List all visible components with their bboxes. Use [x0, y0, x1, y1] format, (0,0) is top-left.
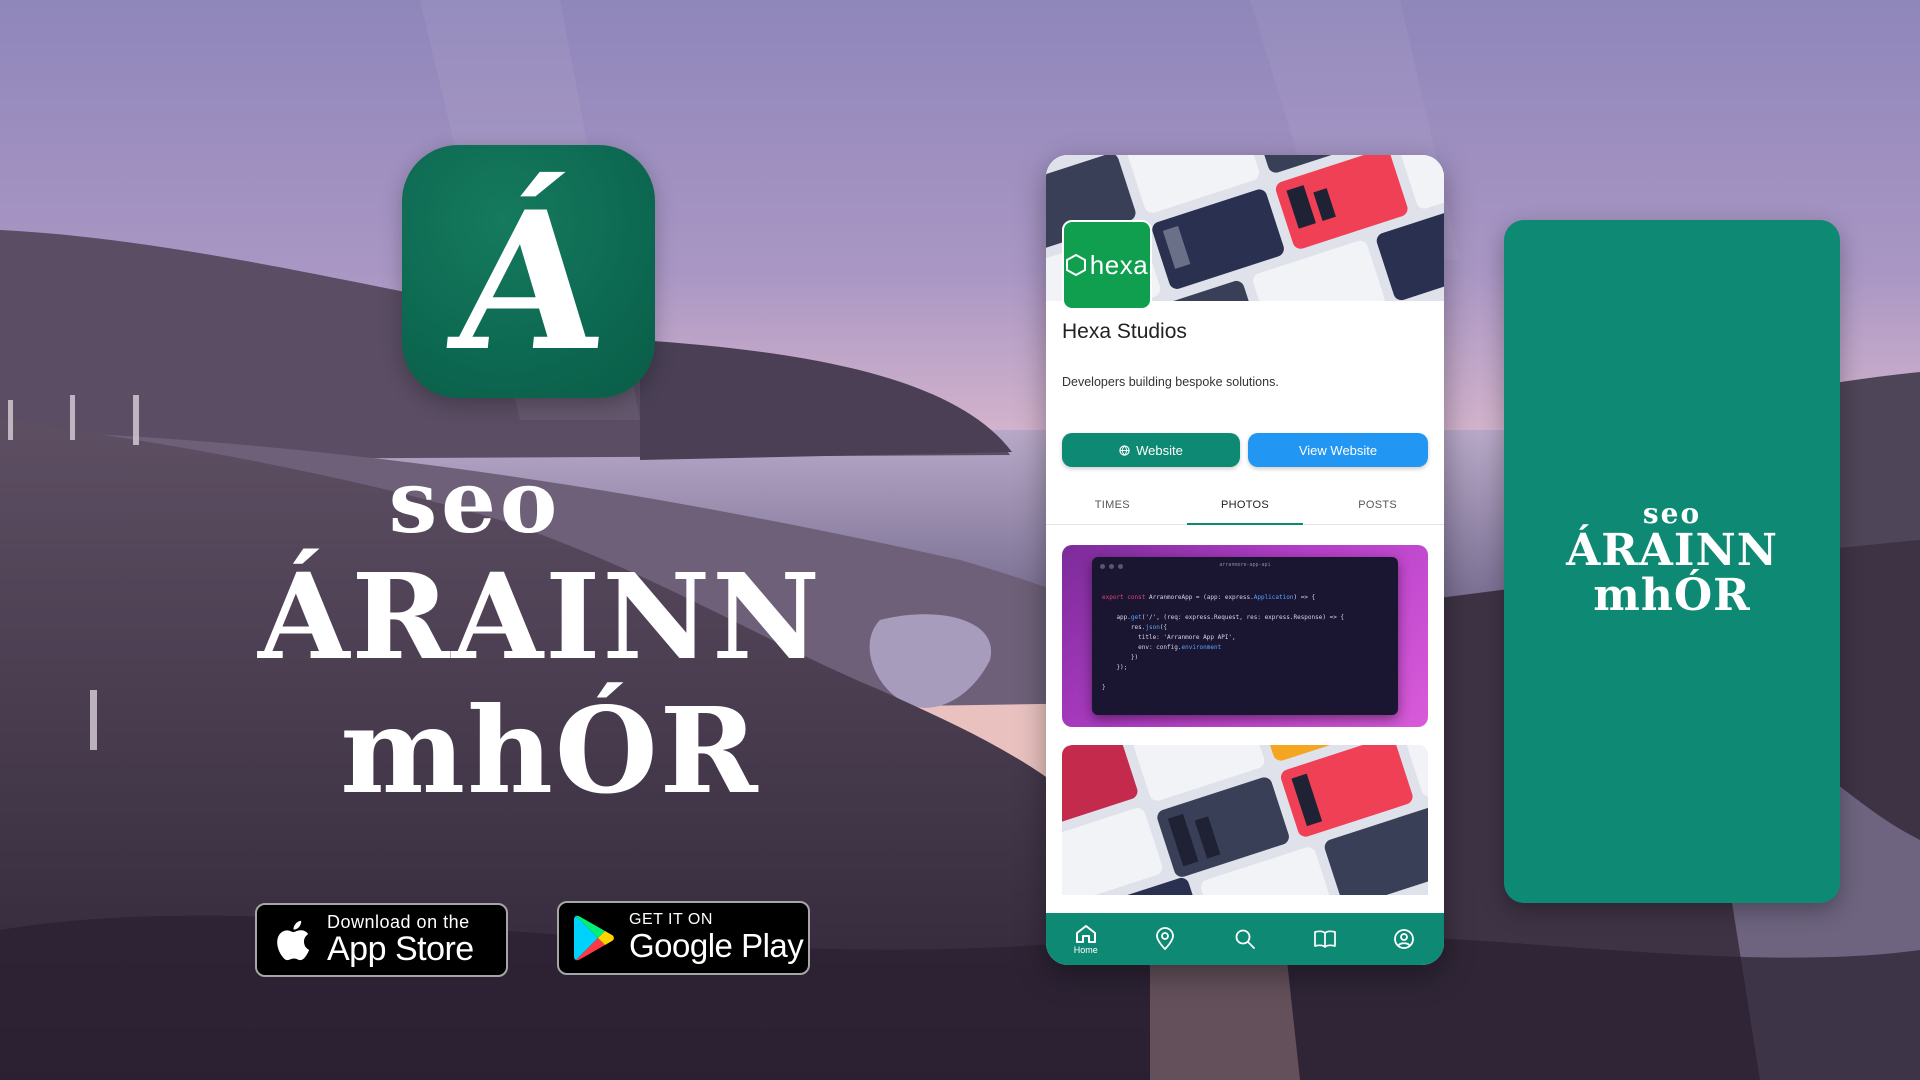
- app-store-badge[interactable]: Download on the App Store: [255, 903, 508, 977]
- tab-posts[interactable]: POSTS: [1311, 485, 1444, 524]
- website-button-label: Website: [1136, 442, 1183, 458]
- code-snippet: export const ArranmoreApp = (app: expres…: [1102, 594, 1345, 691]
- hexa-studios-logo: hexa: [1062, 220, 1152, 310]
- book-icon: [1313, 930, 1336, 948]
- splash-title: seo ÁRAINN mhÓR: [1504, 500, 1840, 618]
- search-icon: [1235, 929, 1255, 949]
- home-icon: [1075, 924, 1096, 943]
- view-website-button[interactable]: View Website: [1248, 433, 1428, 467]
- hero-title-line1: seo: [388, 452, 562, 553]
- hero-title: seo ÁRAINN mhÓR: [250, 460, 830, 820]
- nav-home[interactable]: Home: [1058, 913, 1114, 965]
- profile-description: Developers building bespoke solutions.: [1062, 375, 1279, 389]
- tab-photos[interactable]: PHOTOS: [1179, 485, 1312, 525]
- hexagon-icon: [1065, 254, 1086, 276]
- app-store-badge-small-text: Download on the: [327, 911, 470, 932]
- website-button[interactable]: Website: [1062, 433, 1240, 467]
- splash-title-line1: seo: [1642, 497, 1702, 530]
- bottom-navigation: Home: [1046, 913, 1444, 965]
- nav-guide[interactable]: [1297, 913, 1353, 965]
- code-window-title: arranmore-app-api: [1219, 562, 1271, 568]
- google-play-badge-big-text: Google Play: [629, 927, 804, 965]
- app-store-badge-big-text: App Store: [327, 929, 474, 968]
- profile-icon: [1394, 929, 1415, 949]
- photo-card-game[interactable]: [1062, 745, 1428, 895]
- app-logo-icon: Á: [402, 145, 655, 398]
- google-play-badge[interactable]: GET IT ON Google Play: [557, 901, 810, 975]
- nav-profile[interactable]: [1376, 913, 1432, 965]
- nav-map[interactable]: [1137, 913, 1193, 965]
- map-pin-icon: [1156, 927, 1175, 951]
- hero-title-line2: ÁRAINN: [257, 547, 823, 686]
- profile-tabs: TIMES PHOTOS POSTS: [1046, 485, 1444, 525]
- tab-photos-label: PHOTOS: [1220, 499, 1270, 511]
- phone-screen: hexa Hexa Studios Developers building be…: [1046, 155, 1444, 965]
- tab-times-label: TIMES: [1094, 499, 1130, 511]
- profile-name: Hexa Studios: [1062, 320, 1187, 343]
- nav-search[interactable]: [1217, 913, 1273, 965]
- photo-card-code[interactable]: arranmore-app-api export const Arranmore…: [1062, 545, 1428, 727]
- hero-title-line3: mhÓR: [340, 681, 760, 820]
- splash-title-line3: mhÓR: [1593, 570, 1751, 622]
- apple-icon: [257, 905, 327, 975]
- hexa-logo-text: hexa: [1089, 249, 1149, 280]
- splash-title-line2: ÁRAINN: [1566, 525, 1778, 576]
- view-website-button-label: View Website: [1298, 442, 1378, 458]
- nav-home-label: Home: [1073, 944, 1098, 955]
- splash-screen-card: seo ÁRAINN mhÓR: [1504, 220, 1840, 903]
- code-editor-window: arranmore-app-api export const Arranmore…: [1092, 557, 1398, 715]
- app-logo-letter: Á: [443, 169, 614, 393]
- google-play-icon: [559, 903, 629, 973]
- globe-icon: [1119, 444, 1130, 456]
- tab-posts-label: POSTS: [1358, 499, 1398, 511]
- tab-times[interactable]: TIMES: [1046, 485, 1179, 524]
